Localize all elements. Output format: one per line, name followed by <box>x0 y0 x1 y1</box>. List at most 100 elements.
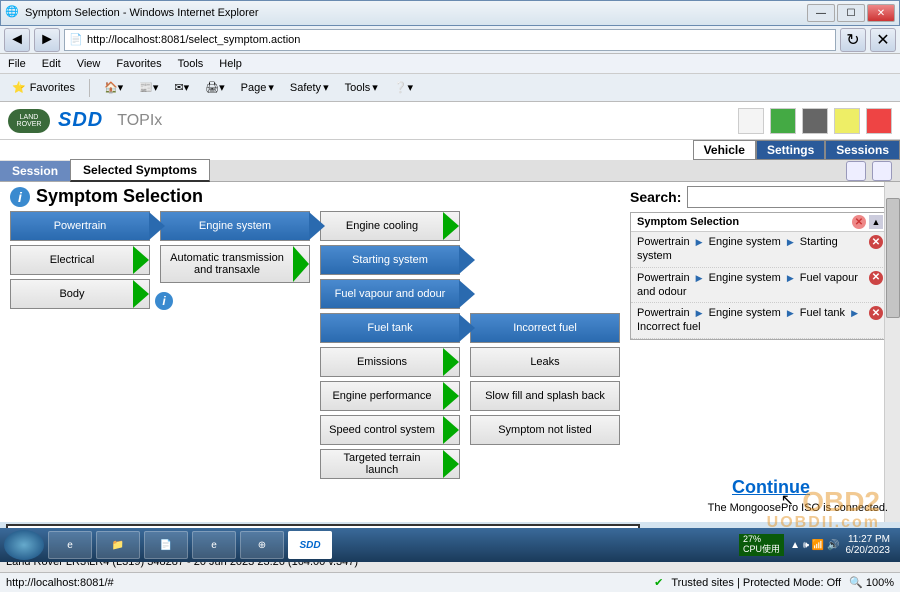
favorites-button[interactable]: ⭐Favorites <box>6 79 81 96</box>
safety-dropdown[interactable]: Safety▾ <box>284 79 335 96</box>
taskbar-explorer[interactable]: 📁 <box>96 531 140 559</box>
menu-file[interactable]: File <box>0 56 34 72</box>
symptom-fuel-vapour-and-odour[interactable]: Fuel vapour and odour <box>320 279 460 309</box>
close-button[interactable]: ✕ <box>867 4 895 22</box>
cpu-meter[interactable]: 27%CPU使用 <box>739 534 784 556</box>
symptom-speed-control-system[interactable]: Speed control system <box>320 415 460 445</box>
clear-all-icon[interactable]: ✕ <box>852 215 866 229</box>
search-label: Search: <box>630 189 681 205</box>
forward-button[interactable]: ► <box>34 28 60 52</box>
delete-row-icon[interactable]: ✕ <box>869 271 883 285</box>
search-input[interactable] <box>687 186 890 208</box>
page-dropdown[interactable]: Page▾ <box>235 79 280 96</box>
symptom-starting-system[interactable]: Starting system <box>320 245 460 275</box>
print-dropdown[interactable]: 🖨▾ <box>199 79 231 96</box>
selected-row: Powertrain ▶ Engine system ▶ Fuel tank ▶… <box>631 303 889 339</box>
tab-selected-symptoms[interactable]: Selected Symptoms <box>70 159 210 182</box>
taskbar-teamviewer[interactable]: ⊕ <box>240 531 284 559</box>
symptom-leaks[interactable]: Leaks <box>470 347 620 377</box>
main-nav-tabs: Vehicle Settings Sessions <box>0 140 900 160</box>
home-dropdown[interactable]: 🏠▾ <box>98 79 129 96</box>
window-title-text: Symptom Selection - Windows Internet Exp… <box>25 7 259 19</box>
delete-row-icon[interactable]: ✕ <box>869 235 883 249</box>
content-area: i Symptom Selection Powertrain Electrical… <box>0 182 900 522</box>
mail-dropdown[interactable]: ✉▾ <box>168 79 195 96</box>
scrollbar-thumb[interactable] <box>886 198 900 318</box>
taskbar-app2[interactable]: e <box>192 531 236 559</box>
scrollbar[interactable] <box>884 182 900 522</box>
symptom-col-3: Engine cooling Starting system Fuel vapour… <box>320 211 460 479</box>
topix-label[interactable]: TOPIx <box>117 112 162 130</box>
taskbar-app1[interactable]: 📄 <box>144 531 188 559</box>
status-url: http://localhost:8081/# <box>6 577 114 589</box>
symptom-fuel-tank[interactable]: Fuel tank <box>320 313 460 343</box>
symptom-powertrain[interactable]: Powertrain <box>10 211 150 241</box>
back-button[interactable]: ◄ <box>4 28 30 52</box>
refresh-session-icon[interactable] <box>872 161 892 181</box>
symptom-electrical[interactable]: Electrical <box>10 245 150 275</box>
stop-button[interactable]: ✕ <box>870 28 896 52</box>
collapse-icon[interactable]: ▲ <box>869 215 883 229</box>
command-bar: ⭐Favorites 🏠▾ 📰▾ ✉▾ 🖨▾ Page▾ Safety▾ Too… <box>0 74 900 102</box>
body-info-icon[interactable]: i <box>155 292 173 310</box>
symptom-symptom-not-listed[interactable]: Symptom not listed <box>470 415 620 445</box>
url-input[interactable]: 📄 http://localhost:8081/select_symptom.a… <box>64 29 836 51</box>
trusted-sites: Trusted sites | Protected Mode: Off <box>671 577 841 589</box>
tab-settings[interactable]: Settings <box>756 140 825 160</box>
symptom-engine-cooling[interactable]: Engine cooling <box>320 211 460 241</box>
window-title-bar: 🌐 Symptom Selection - Windows Internet E… <box>0 0 900 26</box>
delete-row-icon[interactable]: ✕ <box>869 306 883 320</box>
check-icon: ✔ <box>654 576 663 589</box>
taskbar-ie[interactable]: e <box>48 531 92 559</box>
feeds-dropdown[interactable]: 📰▾ <box>133 79 164 96</box>
notes-icon[interactable] <box>834 108 860 134</box>
symptom-col-1: Powertrain Electrical Bodyi <box>10 211 150 479</box>
symptom-emissions[interactable]: Emissions <box>320 347 460 377</box>
symptom-body[interactable]: Bodyi <box>10 279 150 309</box>
symptom-automatic-transmission-and-transaxle[interactable]: Automatic transmission and transaxle <box>160 245 310 283</box>
ie-status-bar: http://localhost:8081/# ✔ Trusted sites … <box>0 572 900 592</box>
symptom-engine-system[interactable]: Engine system <box>160 211 310 241</box>
start-button[interactable] <box>4 530 44 560</box>
symptom-col-4: Incorrect fuel Leaks Slow fill and splash … <box>470 313 620 479</box>
continue-link[interactable]: Continue <box>732 477 810 498</box>
taskbar: e 📁 📄 e ⊕ SDD 27%CPU使用 ▲ 🕪 📶 🔊 11:27 PM6… <box>0 528 900 562</box>
symptom-targeted-terrain-launch[interactable]: Targeted terrain launch <box>320 449 460 479</box>
separator <box>89 79 90 97</box>
menu-help[interactable]: Help <box>211 56 250 72</box>
app-header: LANDROVER SDD TOPIx <box>0 102 900 140</box>
tab-sessions[interactable]: Sessions <box>825 140 900 160</box>
menu-edit[interactable]: Edit <box>34 56 69 72</box>
maximize-button[interactable]: ☐ <box>837 4 865 22</box>
taskbar-sdd[interactable]: SDD <box>288 531 332 559</box>
print-icon[interactable] <box>802 108 828 134</box>
sdd-logo: SDD <box>58 109 103 132</box>
system-tray: 27%CPU使用 ▲ 🕪 📶 🔊 11:27 PM6/20/2023 <box>739 534 896 556</box>
tools-dropdown[interactable]: Tools▾ <box>339 79 384 96</box>
tray-icons[interactable]: ▲ 🕪 📶 🔊 <box>790 540 839 551</box>
print-session-icon[interactable] <box>846 161 866 181</box>
vehicle-icon[interactable] <box>738 108 764 134</box>
symptom-incorrect-fuel[interactable]: Incorrect fuel <box>470 313 620 343</box>
ie-icon: 🌐 <box>5 5 21 21</box>
zoom-level[interactable]: 🔍 100% <box>849 576 894 589</box>
mongoose-status: The MongoosePro ISO is connected. <box>708 502 888 514</box>
folder-icon[interactable] <box>770 108 796 134</box>
menu-tools[interactable]: Tools <box>170 56 212 72</box>
landrover-logo: LANDROVER <box>8 109 50 133</box>
refresh-button[interactable]: ↻ <box>840 28 866 52</box>
info-icon[interactable]: i <box>10 187 30 207</box>
tab-session[interactable]: Session <box>0 161 70 181</box>
help-dropdown[interactable]: ❔▾ <box>388 79 419 96</box>
selected-header: Symptom Selection <box>637 216 739 228</box>
search-area: Search: <box>630 186 890 208</box>
clock[interactable]: 11:27 PM6/20/2023 <box>846 534 891 556</box>
menu-view[interactable]: View <box>69 56 109 72</box>
symptom-slow-fill-and-splash-back[interactable]: Slow fill and splash back <box>470 381 620 411</box>
tab-vehicle[interactable]: Vehicle <box>693 140 756 160</box>
rss-icon[interactable] <box>866 108 892 134</box>
menu-favorites[interactable]: Favorites <box>108 56 169 72</box>
symptom-engine-performance[interactable]: Engine performance <box>320 381 460 411</box>
page-title: Symptom Selection <box>36 186 203 207</box>
minimize-button[interactable]: — <box>807 4 835 22</box>
